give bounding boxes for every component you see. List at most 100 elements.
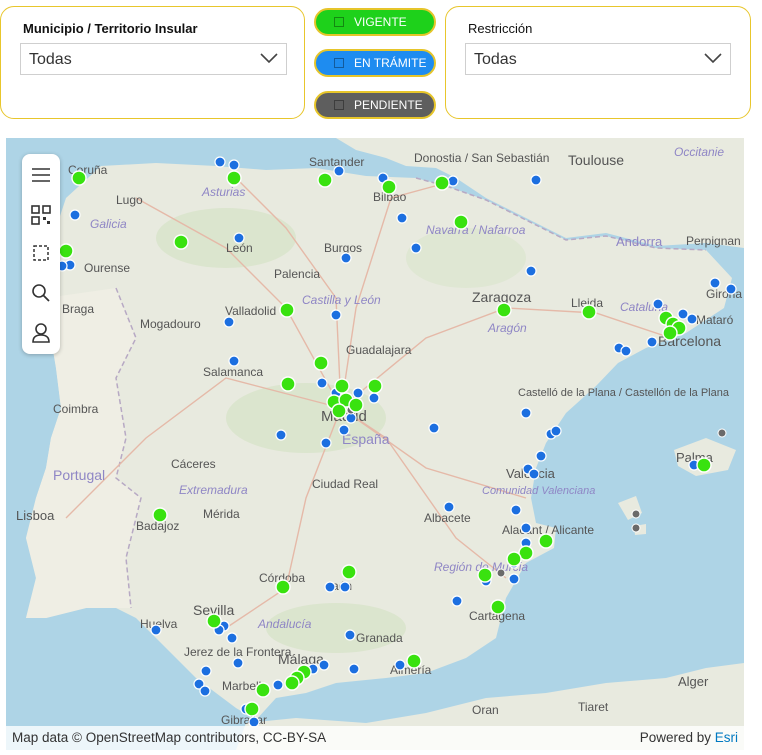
marker-vigente[interactable] xyxy=(284,675,300,691)
map-label-portugal: Portugal xyxy=(53,467,105,483)
status-en-tramite-button[interactable]: EN TRÁMITE xyxy=(314,49,436,77)
marker-vigente[interactable] xyxy=(367,378,383,394)
marker-en-tramite[interactable] xyxy=(275,429,287,441)
marker-pendiente[interactable] xyxy=(631,509,641,519)
marker-pendiente[interactable] xyxy=(631,523,641,533)
map-label-extremadura: Extremadura xyxy=(179,483,248,497)
marker-en-tramite[interactable] xyxy=(228,159,240,171)
marker-en-tramite[interactable] xyxy=(520,407,532,419)
marker-en-tramite[interactable] xyxy=(232,657,244,669)
marker-pendiente[interactable] xyxy=(496,568,506,578)
marker-pendiente[interactable] xyxy=(717,428,727,438)
marker-vigente[interactable] xyxy=(381,179,397,195)
marker-vigente[interactable] xyxy=(334,378,350,394)
marker-en-tramite[interactable] xyxy=(510,504,522,516)
marker-vigente[interactable] xyxy=(506,551,522,567)
marker-en-tramite[interactable] xyxy=(200,665,212,677)
marker-en-tramite[interactable] xyxy=(233,232,245,244)
qr-select-button[interactable] xyxy=(26,200,56,230)
marker-en-tramite[interactable] xyxy=(272,679,284,691)
marker-en-tramite[interactable] xyxy=(394,659,406,671)
status-vigente-button[interactable]: VIGENTE xyxy=(314,8,436,36)
marker-en-tramite[interactable] xyxy=(677,308,689,320)
marker-vigente[interactable] xyxy=(581,304,597,320)
marker-en-tramite[interactable] xyxy=(223,316,235,328)
marker-en-tramite[interactable] xyxy=(320,437,332,449)
municipio-select[interactable]: Todas xyxy=(20,43,287,75)
marker-en-tramite[interactable] xyxy=(525,265,537,277)
marker-en-tramite[interactable] xyxy=(725,283,737,295)
map-label-girona: Girona xyxy=(706,287,742,301)
marker-vigente[interactable] xyxy=(348,397,364,413)
marker-en-tramite[interactable] xyxy=(646,336,658,348)
esri-link[interactable]: Esri xyxy=(715,730,738,745)
marker-vigente[interactable] xyxy=(538,533,554,549)
marker-vigente[interactable] xyxy=(331,403,347,419)
marker-vigente[interactable] xyxy=(255,682,271,698)
marker-en-tramite[interactable] xyxy=(550,425,562,437)
marker-en-tramite[interactable] xyxy=(443,501,455,513)
marker-vigente[interactable] xyxy=(226,170,242,186)
marker-en-tramite[interactable] xyxy=(530,174,542,186)
menu-button[interactable] xyxy=(26,160,56,190)
marker-vigente[interactable] xyxy=(341,564,357,580)
user-button[interactable] xyxy=(26,318,56,348)
marker-en-tramite[interactable] xyxy=(396,212,408,224)
marker-en-tramite[interactable] xyxy=(410,242,422,254)
marker-en-tramite[interactable] xyxy=(535,450,547,462)
marker-en-tramite[interactable] xyxy=(338,424,350,436)
marker-vigente[interactable] xyxy=(317,172,333,188)
marker-en-tramite[interactable] xyxy=(652,298,664,310)
marker-vigente[interactable] xyxy=(152,507,168,523)
marker-en-tramite[interactable] xyxy=(520,522,532,534)
marker-vigente[interactable] xyxy=(71,170,87,186)
marker-vigente[interactable] xyxy=(173,234,189,250)
marker-en-tramite[interactable] xyxy=(528,468,540,480)
marker-vigente[interactable] xyxy=(313,355,329,371)
marker-en-tramite[interactable] xyxy=(508,573,520,585)
map-label-oran: Oran xyxy=(472,703,499,717)
marker-en-tramite[interactable] xyxy=(686,313,698,325)
marker-en-tramite[interactable] xyxy=(226,632,238,644)
marker-vigente[interactable] xyxy=(490,599,506,615)
marker-en-tramite[interactable] xyxy=(228,355,240,367)
restriccion-select[interactable]: Todas xyxy=(465,43,731,75)
marker-vigente[interactable] xyxy=(406,653,422,669)
marker-en-tramite[interactable] xyxy=(330,309,342,321)
marker-vigente[interactable] xyxy=(453,214,469,230)
map-view[interactable]: Toulouse Occitanie Andorra Perpignan Gir… xyxy=(6,138,744,750)
marker-vigente[interactable] xyxy=(279,302,295,318)
marker-vigente[interactable] xyxy=(244,701,260,717)
marker-vigente[interactable] xyxy=(280,376,296,392)
marker-en-tramite[interactable] xyxy=(620,345,632,357)
marker-en-tramite[interactable] xyxy=(339,581,351,593)
marker-vigente[interactable] xyxy=(496,302,512,318)
marker-en-tramite[interactable] xyxy=(352,387,364,399)
marker-vigente[interactable] xyxy=(434,175,450,191)
marker-en-tramite[interactable] xyxy=(428,422,440,434)
marker-en-tramite[interactable] xyxy=(199,685,211,697)
marker-en-tramite[interactable] xyxy=(69,209,81,221)
rectangle-select-button[interactable] xyxy=(26,238,56,268)
marker-vigente[interactable] xyxy=(477,567,493,583)
marker-en-tramite[interactable] xyxy=(214,156,226,168)
marker-vigente[interactable] xyxy=(662,325,678,341)
marker-en-tramite[interactable] xyxy=(709,277,721,289)
marker-vigente[interactable] xyxy=(696,457,712,473)
marker-vigente[interactable] xyxy=(58,243,74,259)
marker-en-tramite[interactable] xyxy=(316,377,328,389)
marker-en-tramite[interactable] xyxy=(318,659,330,671)
map-label-ourense: Ourense xyxy=(84,261,130,275)
marker-vigente[interactable] xyxy=(275,579,291,595)
marker-en-tramite[interactable] xyxy=(451,595,463,607)
marker-en-tramite[interactable] xyxy=(344,629,356,641)
marker-en-tramite[interactable] xyxy=(368,392,380,404)
marker-en-tramite[interactable] xyxy=(150,624,162,636)
marker-vigente[interactable] xyxy=(206,613,222,629)
marker-en-tramite[interactable] xyxy=(333,165,345,177)
marker-en-tramite[interactable] xyxy=(340,252,352,264)
marker-en-tramite[interactable] xyxy=(324,581,336,593)
search-button[interactable] xyxy=(26,278,56,308)
marker-en-tramite[interactable] xyxy=(348,663,360,675)
status-pendiente-button[interactable]: PENDIENTE xyxy=(314,91,436,119)
